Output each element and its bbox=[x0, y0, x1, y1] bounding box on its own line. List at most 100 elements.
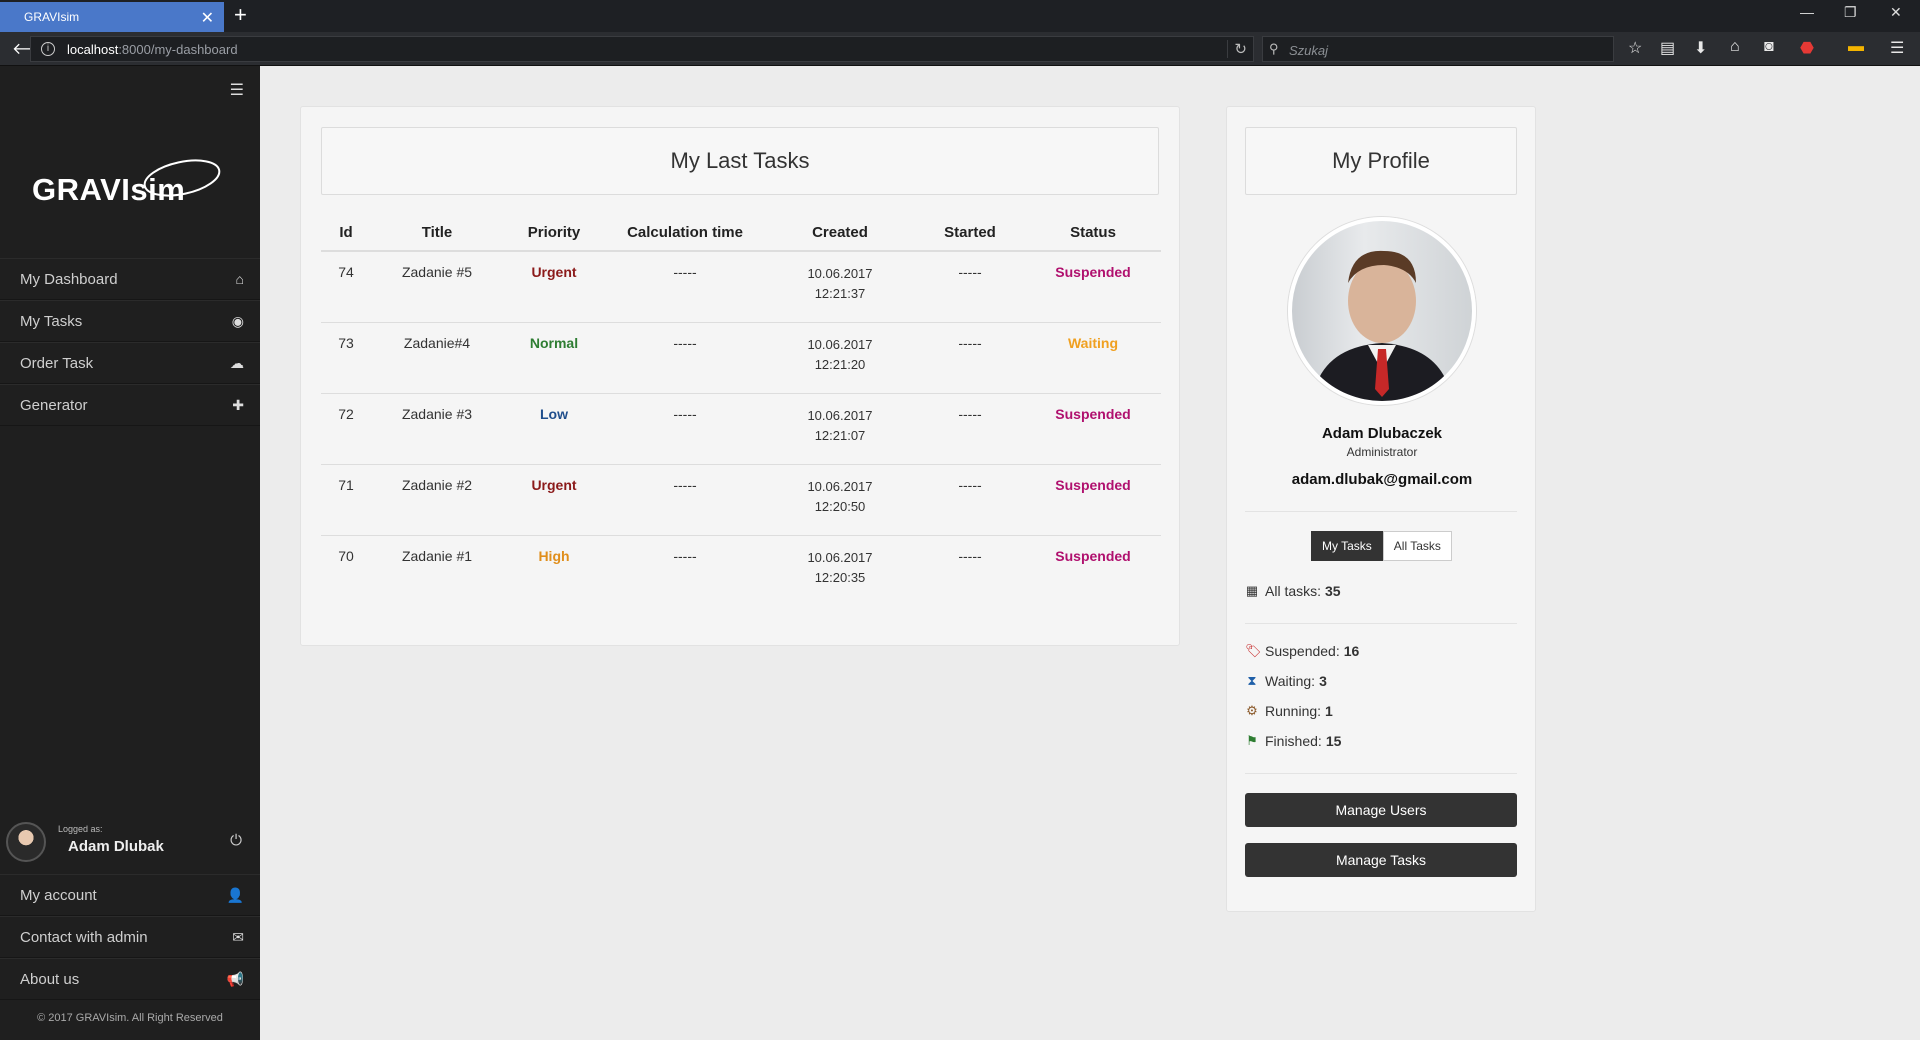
plus-icon: ✚ bbox=[232, 396, 244, 413]
task-created-date: 10.06.2017 bbox=[807, 407, 873, 423]
main-nav: My Dashboard ⌂ My Tasks ◉ Order Task ☁ G… bbox=[0, 258, 260, 426]
my-tasks-toggle[interactable]: My Tasks bbox=[1311, 531, 1383, 561]
secondary-nav: My account 👤 Contact with admin ✉ About … bbox=[0, 874, 260, 1000]
reading-list-icon[interactable]: ▤ bbox=[1660, 38, 1675, 58]
table-row[interactable]: 71 Zadanie #2 Urgent ----- 10.06.2017 12:… bbox=[321, 464, 1161, 536]
profile-avatar bbox=[1288, 217, 1476, 405]
task-created-date: 10.06.2017 bbox=[807, 266, 873, 281]
grid-icon: ▦ bbox=[1245, 583, 1259, 598]
tasks-table: Id Title Priority Calculation time Creat… bbox=[321, 215, 1161, 606]
logo-text: GRAVIsim bbox=[32, 172, 186, 207]
task-created: 10.06.2017 12:20:50 bbox=[765, 464, 915, 536]
stat-label: Finished: bbox=[1265, 733, 1322, 749]
sidebar-item-my-account[interactable]: My account 👤 bbox=[0, 874, 260, 916]
home-icon: ⌂ bbox=[235, 271, 244, 287]
column-header[interactable]: Title bbox=[371, 215, 503, 252]
table-row[interactable]: 74 Zadanie #5 Urgent ----- 10.06.2017 12:… bbox=[321, 251, 1161, 323]
sidebar-item-my-dashboard[interactable]: My Dashboard ⌂ bbox=[0, 258, 260, 300]
task-scope-toggle: My Tasks All Tasks bbox=[1311, 531, 1452, 561]
column-header[interactable]: Status bbox=[1025, 215, 1161, 252]
divider bbox=[1245, 773, 1517, 774]
task-title[interactable]: Zadanie#4 bbox=[371, 322, 503, 394]
column-header[interactable]: Started bbox=[915, 215, 1025, 252]
task-started: ----- bbox=[915, 393, 1025, 465]
stat-value: 15 bbox=[1325, 733, 1342, 749]
sidebar-item-order-task[interactable]: Order Task ☁ bbox=[0, 342, 260, 384]
sidebar-item-my-tasks[interactable]: My Tasks ◉ bbox=[0, 300, 260, 342]
search-input[interactable]: ⚲ Szukaj bbox=[1262, 36, 1614, 62]
task-title[interactable]: Zadanie #5 bbox=[371, 251, 503, 323]
task-title[interactable]: Zadanie #1 bbox=[371, 535, 503, 606]
megaphone-icon: 📢 bbox=[226, 970, 244, 987]
task-status: Suspended bbox=[1025, 393, 1161, 465]
task-created-time: 12:20:35 bbox=[814, 569, 866, 585]
task-started: ----- bbox=[958, 547, 982, 564]
manage-tasks-button[interactable]: Manage Tasks bbox=[1245, 843, 1517, 877]
stat-value: 16 bbox=[1343, 643, 1360, 659]
task-priority: Urgent bbox=[503, 251, 605, 323]
task-priority: Low bbox=[503, 393, 605, 465]
manage-users-button[interactable]: Manage Users bbox=[1245, 793, 1517, 827]
column-header[interactable]: Id bbox=[321, 215, 371, 252]
task-started: ----- bbox=[915, 251, 1025, 323]
bookmark-star-icon[interactable]: ☆ bbox=[1628, 38, 1642, 58]
new-tab-button[interactable]: + bbox=[234, 4, 247, 26]
task-status: Waiting bbox=[1025, 322, 1161, 394]
sidebar-item-label: Generator bbox=[20, 396, 88, 414]
adblock-icon[interactable]: ⬣ bbox=[1800, 38, 1814, 58]
profile-email: adam.dlubak@gmail.com bbox=[1291, 471, 1473, 488]
extension-icon[interactable]: ▬ bbox=[1848, 38, 1864, 56]
panel-title: My Profile bbox=[1245, 127, 1517, 195]
task-title[interactable]: Zadanie #3 bbox=[371, 393, 503, 465]
task-created-time: 12:21:20 bbox=[814, 356, 866, 372]
task-created: 10.06.2017 12:21:20 bbox=[765, 322, 915, 394]
reload-icon[interactable]: ↻ bbox=[1227, 40, 1247, 58]
profile-role: Administrator bbox=[1346, 445, 1418, 459]
close-tab-icon[interactable]: ✕ bbox=[201, 8, 214, 28]
stat-label: Waiting: bbox=[1265, 673, 1316, 689]
profile-photo-icon bbox=[1312, 250, 1452, 401]
task-created-time: 12:20:50 bbox=[814, 498, 866, 514]
home-browser-icon[interactable]: ⌂ bbox=[1730, 38, 1740, 56]
task-priority: Normal bbox=[503, 322, 605, 394]
table-row[interactable]: 73 Zadanie#4 Normal ----- 10.06.2017 12:2… bbox=[321, 322, 1161, 394]
download-icon[interactable]: ⬇ bbox=[1694, 38, 1707, 58]
table-row[interactable]: 72 Zadanie #3 Low ----- 10.06.2017 12:21:… bbox=[321, 393, 1161, 465]
sidebar-item-generator[interactable]: Generator ✚ bbox=[0, 384, 260, 426]
divider bbox=[1245, 623, 1517, 624]
column-header[interactable]: Created bbox=[765, 215, 915, 252]
sidebar-item-contact-admin[interactable]: Contact with admin ✉ bbox=[0, 916, 260, 958]
logged-user-name: Adam Dlubak bbox=[68, 838, 164, 855]
close-window-icon[interactable]: ✕ bbox=[1890, 4, 1902, 21]
task-id: 71 bbox=[321, 464, 371, 536]
hamburger-icon[interactable]: ☰ bbox=[230, 80, 244, 100]
search-placeholder: Szukaj bbox=[1289, 43, 1329, 58]
task-created-time: 12:21:07 bbox=[814, 427, 866, 443]
task-calc-time: ----- bbox=[605, 251, 765, 323]
running-stat: ⚙ Running: 1 bbox=[1245, 703, 1333, 719]
stat-value: 1 bbox=[1325, 703, 1333, 719]
task-calc-time: ----- bbox=[605, 393, 765, 465]
task-created: 10.06.2017 12:21:07 bbox=[765, 393, 915, 465]
table-row[interactable]: 70 Zadanie #1 High ----- 10.06.2017 12:20… bbox=[321, 535, 1161, 606]
tags-icon: 🏷 bbox=[1245, 643, 1262, 658]
task-id: 70 bbox=[338, 547, 354, 564]
sidebar-item-about-us[interactable]: About us 📢 bbox=[0, 958, 260, 1000]
task-started: ----- bbox=[915, 322, 1025, 394]
url-bar[interactable]: i localhost:8000/my-dashboard ↻ bbox=[30, 36, 1254, 62]
menu-icon[interactable]: ☰ bbox=[1890, 38, 1904, 58]
all-tasks-toggle[interactable]: All Tasks bbox=[1382, 531, 1452, 561]
column-header[interactable]: Calculation time bbox=[605, 215, 765, 252]
pocket-icon[interactable]: ◙ bbox=[1764, 38, 1774, 56]
stat-value: 3 bbox=[1319, 673, 1327, 689]
task-title[interactable]: Zadanie #2 bbox=[371, 464, 503, 536]
info-icon[interactable]: i bbox=[41, 42, 55, 56]
power-icon[interactable]: ⏻ bbox=[230, 832, 242, 849]
browser-tab[interactable]: GRAVIsim ✕ bbox=[0, 2, 224, 32]
column-header[interactable]: Priority bbox=[503, 215, 605, 252]
stat-label: Suspended: bbox=[1265, 643, 1340, 659]
tasks-panel: My Last Tasks Id Title Priority Calculat… bbox=[300, 106, 1180, 646]
sidebar: ☰ GRAVIsim My Dashboard ⌂ My Tasks ◉ Ord… bbox=[0, 66, 260, 1040]
restore-icon[interactable]: ❐ bbox=[1844, 4, 1857, 21]
minimize-icon[interactable]: — bbox=[1800, 4, 1814, 20]
